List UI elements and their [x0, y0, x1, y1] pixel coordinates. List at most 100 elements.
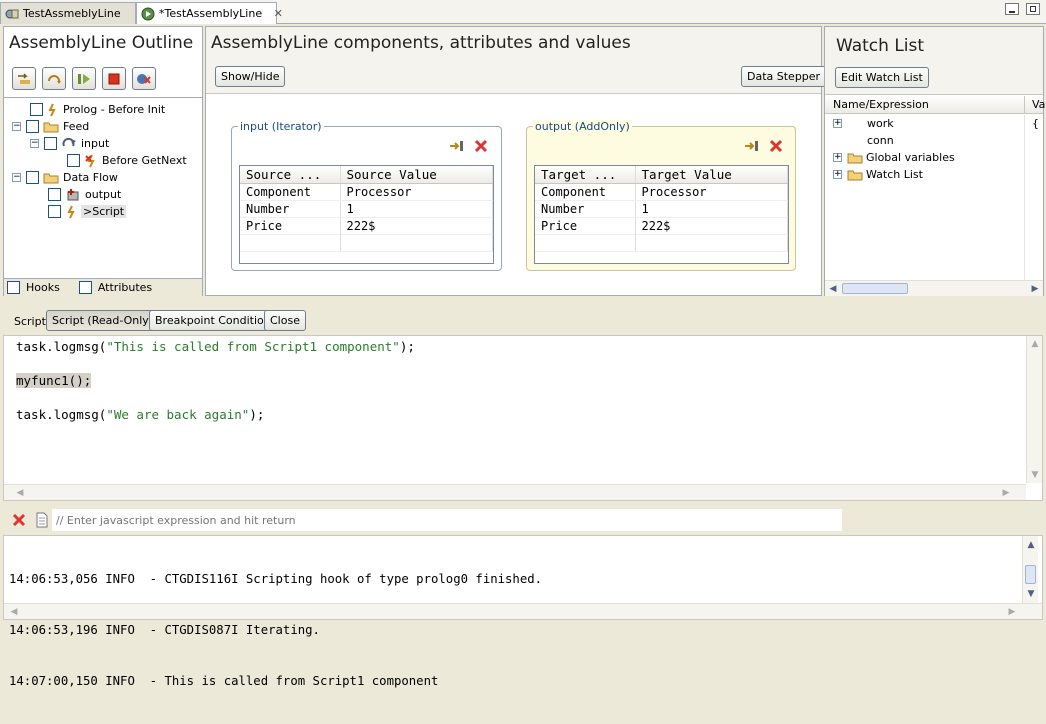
table-row[interactable]: Component Processor — [535, 183, 788, 201]
table-row[interactable]: Price 222$ — [535, 217, 788, 235]
script-readonly-button[interactable]: Script (Read-Only) — [46, 310, 160, 331]
watch-label: work — [867, 117, 894, 130]
run-button[interactable] — [72, 67, 96, 90]
scroll-down-icon[interactable]: ▼ — [1023, 586, 1039, 602]
table-row[interactable]: Number 1 — [535, 200, 788, 218]
watch-item-work[interactable]: + work { — [833, 115, 1043, 132]
column-header[interactable]: Source Value — [340, 166, 493, 184]
input-group-label: input (Iterator) — [238, 120, 324, 133]
editor-horizontal-scrollbar[interactable]: ◀ ▶ — [4, 484, 1026, 500]
column-header[interactable]: Target Value — [635, 166, 788, 184]
scroll-right-icon[interactable]: ▶ — [1027, 281, 1043, 297]
table-row[interactable] — [535, 234, 788, 252]
script-toolbar: Script Script (Read-Only) Breakpoint Con… — [0, 305, 1046, 335]
scroll-left-icon[interactable]: ◀ — [6, 604, 22, 620]
attribute-name-cell: Component — [240, 183, 341, 201]
stop-icon — [108, 73, 120, 84]
iterator-icon — [62, 137, 76, 146]
editor-vertical-scrollbar[interactable]: ▲ ▼ — [1026, 336, 1042, 483]
script-editor[interactable]: task.logmsg("This is called from Script1… — [3, 335, 1043, 501]
scroll-down-icon[interactable]: ▼ — [1027, 467, 1043, 483]
collapse-icon[interactable]: − — [30, 139, 39, 148]
remove-breakpoints-icon — [137, 73, 151, 84]
tree-item-data-flow[interactable]: − Data Flow — [12, 169, 118, 186]
data-stepper-button[interactable]: Data Stepper — [741, 66, 827, 87]
minimize-icon[interactable] — [1004, 3, 1019, 15]
delete-icon[interactable] — [768, 138, 784, 154]
expand-icon[interactable]: + — [833, 170, 842, 179]
tree-item-output[interactable]: output — [48, 186, 121, 203]
clear-console-icon[interactable] — [12, 513, 26, 527]
step-into-button[interactable] — [12, 67, 36, 90]
checkbox[interactable] — [48, 205, 61, 218]
tree-item-before-getnext[interactable]: Before GetNext — [67, 152, 187, 169]
checkbox[interactable] — [26, 120, 39, 133]
column-value[interactable]: Va — [1032, 98, 1045, 111]
remove-breakpoints-button[interactable] — [132, 67, 156, 90]
hooks-checkbox[interactable] — [7, 281, 20, 294]
checkbox[interactable] — [48, 188, 61, 201]
input-attribute-table: Source ... Source Value Component Processor… — [240, 166, 493, 252]
attribute-value-cell: Processor — [340, 183, 493, 201]
maximize-icon[interactable] — [1026, 3, 1040, 15]
scroll-left-icon[interactable]: ◀ — [12, 485, 28, 501]
tab-testassemblyline-active[interactable]: *TestAssemblyLine ✕ — [136, 2, 283, 24]
step-icon[interactable] — [448, 138, 466, 154]
expand-icon[interactable]: + — [833, 119, 842, 128]
document-icon[interactable] — [35, 512, 49, 528]
tree-item-prolog[interactable]: Prolog - Before Init — [30, 101, 165, 118]
table-row[interactable]: Component Processor — [240, 183, 493, 201]
tab-testassmeblyline[interactable]: TestAssmeblyLine — [0, 2, 136, 24]
checkbox[interactable] — [44, 137, 57, 150]
table-row[interactable]: Price 222$ — [240, 217, 493, 235]
table-row[interactable] — [240, 234, 493, 252]
console-horizontal-scrollbar[interactable]: ◀ ▶ — [4, 603, 1042, 619]
attribute-value-cell: 222$ — [635, 217, 788, 235]
collapse-icon[interactable]: − — [12, 122, 21, 131]
table-row[interactable]: Number 1 — [240, 200, 493, 218]
scroll-right-icon[interactable]: ▶ — [998, 485, 1014, 501]
console-vertical-scrollbar[interactable]: ▲ ▼ — [1022, 536, 1038, 603]
collapse-icon[interactable]: − — [12, 173, 21, 182]
scroll-up-icon[interactable]: ▲ — [1027, 336, 1043, 352]
watch-horizontal-scrollbar[interactable]: ◀ ▶ — [825, 280, 1043, 296]
watch-item-conn[interactable]: conn — [833, 132, 894, 149]
edit-watch-list-button[interactable]: Edit Watch List — [835, 67, 929, 88]
step-icon[interactable] — [743, 138, 761, 154]
step-over-button[interactable] — [42, 67, 66, 90]
output-table: Target ... Target Value Component Processor… — [534, 165, 789, 264]
tree-item-script[interactable]: >Script — [48, 203, 127, 220]
run-icon — [78, 73, 90, 84]
column-header[interactable]: Target ... — [535, 166, 636, 184]
watch-item-watch-list[interactable]: + Watch List — [833, 166, 923, 183]
attributes-checkbox[interactable] — [78, 281, 92, 294]
window-controls — [1001, 3, 1040, 18]
breakpoint-condition-button[interactable]: Breakpoint Condition — [149, 310, 277, 331]
tree-item-feed[interactable]: − Feed — [12, 118, 89, 135]
javascript-expression-input[interactable] — [52, 509, 842, 531]
outline-options: Hooks Attributes — [4, 278, 202, 296]
delete-icon[interactable] — [473, 138, 489, 154]
scroll-right-icon[interactable]: ▶ — [1004, 604, 1020, 620]
hook-icon — [48, 103, 56, 116]
scroll-left-icon[interactable]: ◀ — [825, 281, 841, 297]
stop-button[interactable] — [102, 67, 126, 90]
checkbox[interactable] — [30, 103, 43, 116]
scroll-up-icon[interactable]: ▲ — [1023, 537, 1039, 553]
addonly-icon — [67, 188, 79, 200]
scroll-thumb[interactable] — [842, 283, 908, 294]
watch-item-global-variables[interactable]: + Global variables — [833, 149, 955, 166]
checkbox[interactable] — [26, 171, 39, 184]
close-tab-icon[interactable]: ✕ — [274, 7, 283, 20]
column-header[interactable]: Source ... — [240, 166, 341, 184]
show-hide-button[interactable]: Show/Hide — [215, 66, 286, 87]
attribute-value-cell: 1 — [340, 200, 493, 218]
close-button[interactable]: Close — [264, 310, 306, 331]
column-name-expression[interactable]: Name/Expression — [833, 98, 929, 111]
tree-label: Feed — [63, 120, 90, 133]
components-panel: AssemblyLine components, attributes and … — [205, 26, 827, 296]
tree-item-input[interactable]: − input — [30, 135, 109, 152]
expand-icon[interactable]: + — [833, 153, 842, 162]
scroll-thumb[interactable] — [1025, 565, 1036, 584]
checkbox[interactable] — [67, 154, 80, 167]
